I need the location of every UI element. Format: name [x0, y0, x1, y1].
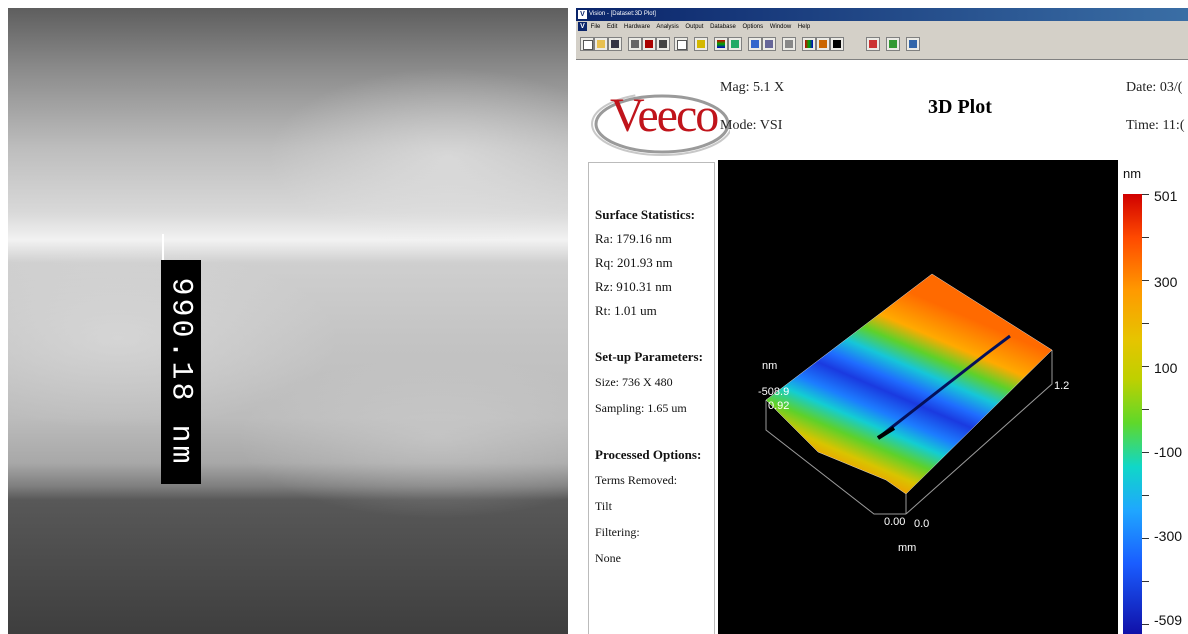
- copy-icon[interactable]: [674, 37, 688, 51]
- menu-database[interactable]: Database: [710, 24, 736, 30]
- stats-icon[interactable]: [762, 37, 776, 51]
- colorbar-label-501: 501: [1154, 188, 1178, 204]
- tilt-value: Tilt: [595, 499, 612, 513]
- origin-y-label: 0.00: [884, 516, 906, 528]
- time-label: Time: 11:(: [1126, 118, 1185, 133]
- size-value: Size: 736 X 480: [595, 375, 673, 389]
- filtering-label: Filtering:: [595, 525, 640, 539]
- filter-icon[interactable]: [802, 37, 816, 51]
- filtering-value: None: [595, 551, 621, 565]
- rz-value: Rz: 910.31 nm: [595, 279, 672, 294]
- terms-removed-label: Terms Removed:: [595, 473, 678, 487]
- menu-hardware[interactable]: Hardware: [624, 24, 650, 30]
- contour-icon[interactable]: [728, 37, 742, 51]
- colorbar-tick: [1142, 538, 1149, 539]
- z-axis-unit: nm: [762, 360, 778, 372]
- menu-output[interactable]: Output: [685, 24, 703, 30]
- measure-icon[interactable]: [642, 37, 656, 51]
- date-label: Date: 03/(: [1126, 80, 1183, 95]
- help-icon[interactable]: [886, 37, 900, 51]
- menu-help[interactable]: Help: [798, 24, 810, 30]
- origin-x-label: 0.0: [914, 518, 930, 530]
- veeco-logo: Veeco: [590, 80, 730, 160]
- colorbar-tick: [1142, 495, 1149, 496]
- menu-edit[interactable]: Edit: [607, 24, 617, 30]
- new-icon[interactable]: [580, 37, 594, 51]
- vision-window: V Vision - [Dataset:3D Plot] V File Edit …: [576, 8, 1188, 634]
- colorbar-tick: [1142, 237, 1149, 238]
- mode-label: Mode: VSI: [720, 118, 783, 133]
- setup-parameters-heading: Set-up Parameters:: [595, 349, 703, 364]
- plot2d-icon[interactable]: [694, 37, 708, 51]
- colorbar-tick: [1142, 280, 1149, 281]
- plot-title: 3D Plot: [928, 96, 992, 118]
- colorbar-tick: [1142, 452, 1149, 453]
- sampling-value: Sampling: 1.65 um: [595, 401, 687, 415]
- colorbar-tick: [1142, 323, 1149, 324]
- histogram-icon[interactable]: [748, 37, 762, 51]
- window-titlebar[interactable]: V Vision - [Dataset:3D Plot]: [576, 8, 1188, 21]
- info-icon[interactable]: [906, 37, 920, 51]
- settings-icon[interactable]: [866, 37, 880, 51]
- menu-options[interactable]: Options: [742, 24, 763, 30]
- statistics-panel: Surface Statistics: Ra: 179.16 nm Rq: 20…: [588, 162, 715, 634]
- colorbar-label-minus300: -300: [1154, 528, 1183, 544]
- sem-cross-section-image: 990.18 nm: [8, 8, 568, 634]
- colorbar-tick: [1142, 366, 1149, 367]
- colorbar-label-300: 300: [1154, 274, 1178, 290]
- y-axis-max-label: 0.92: [768, 400, 790, 412]
- magnification-label: Mag: 5.1 X: [720, 80, 785, 95]
- report-page: Veeco Mag: 5.1 X Mode: VSI 3D Plot Date:…: [576, 60, 1188, 634]
- logo-text: Veeco: [610, 89, 719, 142]
- ra-value: Ra: 179.16 nm: [595, 231, 672, 246]
- rt-value: Rt: 1.01 um: [595, 303, 657, 318]
- colorbar-tick: [1142, 194, 1149, 195]
- print-icon[interactable]: [628, 37, 642, 51]
- colorbar-tick: [1142, 624, 1149, 625]
- menu-file[interactable]: File: [591, 24, 601, 30]
- rq-value: Rq: 201.93 nm: [595, 255, 673, 270]
- colorbar-unit: nm: [1123, 166, 1142, 181]
- app-icon: V: [578, 10, 587, 19]
- xy-axis-unit: mm: [898, 542, 917, 554]
- x-axis-max-label: 1.2: [1054, 380, 1070, 392]
- menu-app-icon[interactable]: V: [578, 22, 587, 31]
- profile-icon[interactable]: [782, 37, 796, 51]
- surface-statistics-heading: Surface Statistics:: [595, 207, 696, 222]
- open-icon[interactable]: [594, 37, 608, 51]
- thickness-measurement-label: 990.18 nm: [161, 260, 201, 484]
- menu-analysis[interactable]: Analysis: [656, 24, 678, 30]
- 3d-surface-plot[interactable]: nm -508.9 0.92 1.2 0.00 0.0 mm: [718, 160, 1118, 634]
- data-icon[interactable]: [656, 37, 670, 51]
- toolbar: [576, 33, 1188, 60]
- menu-window[interactable]: Window: [770, 24, 791, 30]
- mask-icon[interactable]: [816, 37, 830, 51]
- processed-options-heading: Processed Options:: [595, 447, 702, 462]
- plot3d-icon[interactable]: [714, 37, 728, 51]
- z-axis-min-label: -508.9: [758, 386, 790, 398]
- colorbar-label-minus509: -509: [1154, 612, 1183, 628]
- colorbar: [1123, 194, 1142, 634]
- colorbar-tick: [1142, 409, 1149, 410]
- colorbar-label-100: 100: [1154, 360, 1178, 376]
- colorbar-tick: [1142, 581, 1149, 582]
- menu-bar: V File Edit Hardware Analysis Output Dat…: [576, 21, 1188, 33]
- window-title: Vision - [Dataset:3D Plot]: [589, 11, 656, 17]
- save-icon[interactable]: [608, 37, 622, 51]
- stop-icon[interactable]: [830, 37, 844, 51]
- thickness-measurement-text: 990.18 nm: [164, 277, 198, 467]
- colorbar-label-minus100: -100: [1154, 444, 1183, 460]
